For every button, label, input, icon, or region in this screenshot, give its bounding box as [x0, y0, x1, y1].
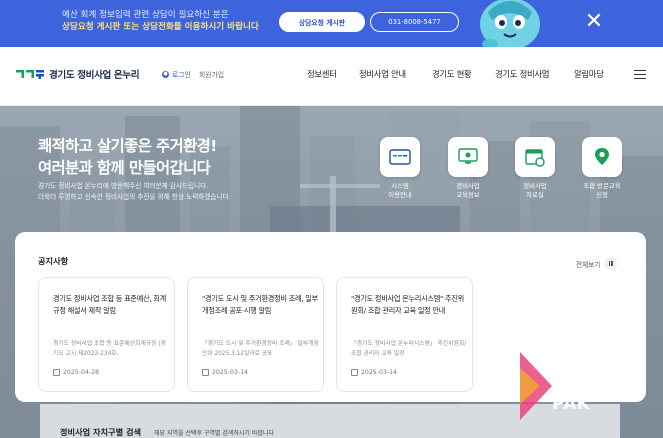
calendar-icon [53, 369, 60, 376]
login-link[interactable]: ● 로그인 [162, 69, 191, 79]
consult-phone-button[interactable]: 031-8008-5477 [370, 12, 459, 32]
join-link[interactable]: 회원가입 [199, 69, 224, 79]
promo-line-1: 예산 회계 정보입력 관련 상담이 필요하신 분은 [62, 10, 229, 20]
location-pin-icon [595, 148, 609, 165]
quick-label-line-2: 이용안내 [388, 191, 412, 199]
hero-title: 쾌적하고 살기좋은 주거환경! 여러분과 함께 만들어갑니다 [38, 135, 217, 179]
calendar-archive-icon [525, 149, 545, 167]
nav-item-projects[interactable]: 경기도 정비사업 [495, 68, 550, 80]
notice-summary: 경기도 정비사업 조합 등 표준예산회계규정 (경기도 고시 제2023-234… [53, 341, 166, 357]
system-guide-icon [389, 149, 411, 165]
notice-item[interactable]: 경기도 정비사업 조합 등 표준예산, 회계규정 해설서 제작 알림 경기도 정… [38, 277, 175, 392]
watermark-logo-icon [520, 352, 552, 420]
quick-label-line-2: 교육정보 [456, 191, 480, 199]
hero-title-line-1: 쾌적하고 살기좋은 주거환경! [38, 137, 217, 155]
pause-icon[interactable] [604, 257, 618, 270]
promo-line-2: 상담요청 게시판 또는 상담전화를 이용하시기 바랍니다 [62, 22, 259, 32]
site-logo[interactable]: 경기도 정비사업 온누리 [16, 67, 140, 81]
notice-date: 2025-04-28 [53, 369, 99, 376]
user-icon: ● [162, 70, 169, 78]
district-search-title: 정비사업 자치구별 검색 [60, 427, 142, 437]
watermark-big-text: NEWS PAK [552, 374, 611, 414]
close-icon[interactable]: ✕ [583, 11, 605, 33]
quick-label-line-1: 조합 방문교육 [583, 182, 621, 190]
view-all-link[interactable]: 전체보기 [576, 257, 618, 270]
watermark-small-text: 뉴스팍 [556, 363, 579, 372]
notice-section-title: 공지사항 [38, 256, 69, 266]
education-monitor-icon [458, 148, 478, 164]
promo-banner: 예산 회계 정보입력 관련 상담이 필요하신 분은 상담요청 게시판 또는 상담… [0, 0, 663, 47]
notice-title: 경기도 정비사업 조합 등 표준예산, 회계규정 해설서 제작 알림 [53, 294, 166, 315]
quick-label-line-1: 정비사업 [523, 182, 547, 190]
quick-link-system-guide[interactable]: 시스템 이용안내 [370, 137, 430, 200]
notice-item[interactable]: "경기도 도시 및 주거환경정비 조례, 일부개정조례 공포·시행 알림 「경기… [187, 277, 324, 392]
quick-link-archive[interactable]: 정비사업 자료실 [505, 137, 565, 200]
quick-link-visit-education[interactable]: 조합 방문교육 신청 [572, 137, 632, 200]
nav-item-status[interactable]: 경기도 현황 [432, 68, 472, 80]
consult-request-button[interactable]: 상담요청 게시판 [279, 12, 365, 32]
notice-title: "경기도 도시 및 주거환경정비 조례, 일부개정조례 공포·시행 알림 [202, 294, 318, 315]
hero-description: 경기도 정비사업 온누리에 방문해주신 여러분께 감사드립니다. 더욱더 투명하… [38, 181, 231, 203]
hamburger-icon[interactable] [634, 70, 646, 80]
promo-text: 예산 회계 정보입력 관련 상담이 필요하신 분은 상담요청 게시판 또는 상담… [62, 9, 259, 33]
news-watermark: 뉴스팍 NEWS PAK [516, 348, 646, 423]
notice-date-text: 2025-03-14 [361, 369, 397, 376]
nav-item-info-center[interactable]: 정보센터 [307, 68, 337, 80]
notice-title: "경기도 정비사업 온누리시스템" 추진위원회/ 조합 관리자 교육 일정 안내 [351, 294, 464, 315]
view-all-label: 전체보기 [576, 260, 601, 269]
hero-title-line-2: 여러분과 함께 만들어갑니다 [38, 159, 211, 177]
calendar-icon [351, 369, 358, 376]
quick-label-line-2: 자료실 [526, 191, 544, 199]
notice-date-text: 2025-03-14 [212, 369, 248, 376]
logo-mark-icon [16, 70, 44, 79]
quick-label-line-2: 신청 [596, 191, 608, 199]
hero-desc-line-2: 더욱더 투명하고 신속한 정비사업의 추진을 위해 항상 노력하겠습니다. [38, 193, 231, 201]
quick-link-education[interactable]: 정비사업 교육정보 [438, 137, 498, 200]
notice-date-text: 2025-04-28 [63, 369, 99, 376]
mascot-image [480, 0, 540, 47]
site-header: 경기도 정비사업 온누리 ● 로그인 회원가입 정보센터 정비사업 안내 경기도… [0, 47, 663, 106]
district-search-subtitle: 해당 지역을 선택후 구역별 검색하시기 바랍니다 [154, 430, 274, 437]
quick-label-line-1: 시스템 [391, 182, 409, 190]
nav-item-notice[interactable]: 알림마당 [574, 68, 604, 80]
hero-desc-line-1: 경기도 정비사업 온누리에 방문해주신 여러분께 감사드립니다. [38, 182, 209, 190]
notice-date: 2025-03-14 [351, 369, 397, 376]
login-label: 로그인 [172, 71, 191, 79]
notice-summary: 「경기도 정비사업 온누리시스템」 추진위원회/ 조합 관리자 교육 일정 [351, 341, 467, 357]
calendar-icon [202, 369, 209, 376]
quick-label-line-1: 정비사업 [456, 182, 480, 190]
notice-summary: 「경기도 도시 및 주거환경정비 조례」 일부개정안이 2025.3.12일자로… [202, 341, 319, 357]
logo-text: 경기도 정비사업 온누리 [49, 70, 140, 81]
notice-item[interactable]: "경기도 정비사업 온누리시스템" 추진위원회/ 조합 관리자 교육 일정 안내… [336, 277, 473, 392]
nav-item-project-guide[interactable]: 정비사업 안내 [359, 68, 406, 80]
notice-date: 2025-03-14 [202, 369, 248, 376]
